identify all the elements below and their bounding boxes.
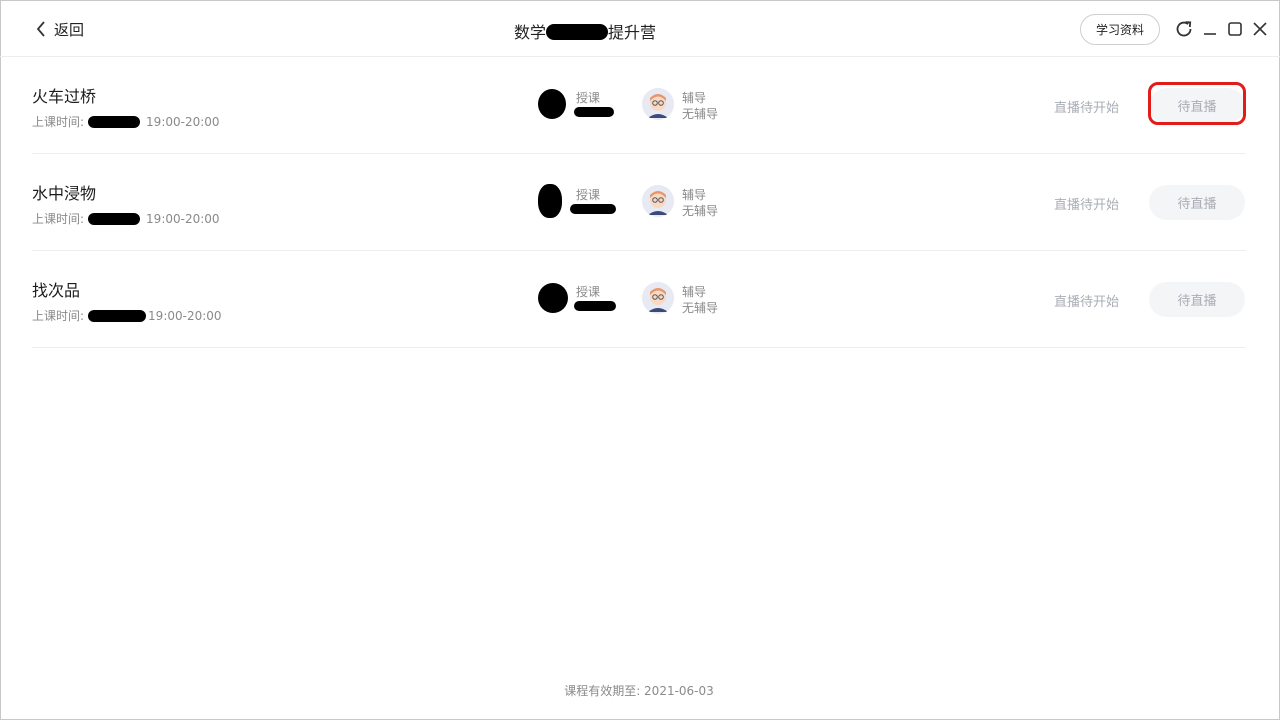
pending-live-button[interactable]: 待直播 [1149,282,1245,317]
live-status: 直播待开始 [1054,295,1120,310]
tutor-name: 无辅导 [682,301,719,315]
study-materials-button[interactable]: 学习资料 [1080,14,1160,45]
teacher-info: 授课 [538,87,628,123]
annotation-highlight [1148,82,1246,125]
tutor-role: 辅导 [682,91,707,105]
time-value: 19:00-20:00 [148,308,222,323]
teacher-role: 授课 [576,285,601,299]
maximize-icon [1228,22,1242,36]
course-validity: 课程有效期至: 2021-06-03 [564,684,714,698]
header-bar: 返回 数学 提升营 学习资料 [0,0,1280,57]
date-redaction [88,212,141,225]
tutor-name: 无辅导 [682,204,719,218]
tutor-name: 无辅导 [682,107,719,121]
teacher-name-redaction [574,301,616,311]
lesson-time: 上课时间: 19:00-20:00 [32,307,222,324]
title-suffix: 提升营 [608,23,657,42]
lesson-row[interactable]: 水中浸物 上课时间: 19:00-20:00 授课 辅导 无辅导 直播待开始 待直… [32,154,1246,251]
date-redaction [88,309,147,322]
tutor-avatar-icon [642,185,674,217]
lesson-title: 水中浸物 [32,184,97,203]
tutor-avatar-icon [642,282,674,314]
teacher-info: 授课 [538,184,628,220]
teacher-avatar [538,89,566,119]
refresh-icon [1176,21,1192,37]
title-prefix: 数学 [513,23,546,42]
tutor-role: 辅导 [682,188,707,202]
minimize-button[interactable] [1199,18,1221,40]
refresh-button[interactable] [1173,18,1195,40]
tutor-avatar-icon [642,88,674,120]
time-label: 上课时间: [32,115,85,129]
lesson-row[interactable]: 找次品 上课时间: 19:00-20:00 授课 辅导 无辅导 直播待开始 待直播 [32,251,1246,348]
teacher-role: 授课 [576,91,601,105]
tutor-info: 辅导 无辅导 [642,281,752,317]
minimize-icon [1204,33,1216,35]
date-redaction [88,115,141,128]
page-title: 数学 提升营 [0,19,1170,43]
time-label: 上课时间: [32,212,85,226]
title-redaction [546,24,608,40]
lesson-title: 火车过桥 [32,87,97,106]
teacher-name-redaction [574,107,614,117]
live-status: 直播待开始 [1054,101,1120,116]
close-icon [1253,22,1267,36]
close-button[interactable] [1249,18,1271,40]
tutor-info: 辅导 无辅导 [642,184,752,220]
lesson-row[interactable]: 火车过桥 上课时间: 19:00-20:00 授课 辅导 无辅导 直播待开始 待直… [32,57,1246,154]
teacher-avatar [538,283,568,313]
tutor-role: 辅导 [682,285,707,299]
live-status: 直播待开始 [1054,198,1120,213]
teacher-info: 授课 [538,281,628,317]
lesson-time: 上课时间: 19:00-20:00 [32,113,220,130]
teacher-avatar [538,184,562,218]
teacher-role: 授课 [576,188,601,202]
lesson-title: 找次品 [32,281,81,300]
time-value: 19:00-20:00 [146,114,220,129]
pending-live-button[interactable]: 待直播 [1149,185,1245,220]
time-value: 19:00-20:00 [146,211,220,226]
teacher-name-redaction [570,204,616,214]
time-label: 上课时间: [32,309,85,323]
lesson-time: 上课时间: 19:00-20:00 [32,210,220,227]
tutor-info: 辅导 无辅导 [642,87,752,123]
maximize-button[interactable] [1224,18,1246,40]
